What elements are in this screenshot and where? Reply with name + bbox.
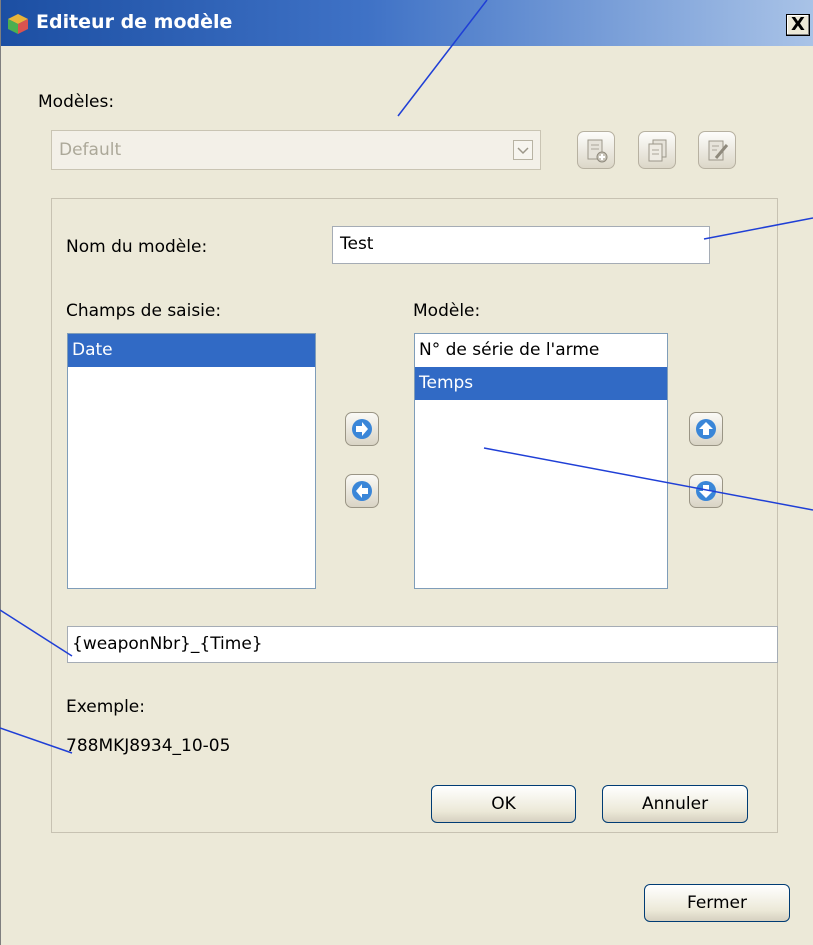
close-window-button[interactable]: X	[786, 14, 810, 36]
model-fields-list[interactable]: N° de série de l'arme Temps	[414, 333, 668, 589]
move-up-button[interactable]	[689, 412, 723, 446]
input-fields-label: Champs de saisie:	[66, 301, 222, 321]
chevron-down-icon[interactable]	[513, 140, 533, 160]
copy-model-icon	[648, 139, 667, 162]
example-label: Exemple:	[66, 697, 145, 717]
model-name-value: Test	[340, 234, 374, 254]
move-down-button[interactable]	[689, 474, 723, 508]
new-model-icon	[587, 139, 608, 163]
arrow-up-icon	[696, 419, 716, 439]
new-model-button[interactable]	[577, 131, 615, 169]
list-item[interactable]: Temps	[415, 367, 667, 400]
models-label: Modèles:	[38, 92, 115, 112]
arrow-right-icon	[352, 419, 372, 439]
models-dropdown[interactable]: Default	[51, 130, 541, 170]
edit-model-icon	[708, 140, 729, 161]
model-name-label: Nom du modèle:	[66, 237, 208, 257]
pattern-input[interactable]: {weaponNbr}_{Time}	[67, 626, 778, 663]
list-item[interactable]: N° de série de l'arme	[415, 334, 667, 367]
add-field-button[interactable]	[345, 412, 379, 446]
edit-model-button[interactable]	[698, 131, 736, 169]
title-bar: Editeur de modèle X	[1, 0, 813, 46]
template-editor-window: Editeur de modèle X Modèles: Default Nom…	[0, 0, 813, 945]
ok-button[interactable]: OK	[431, 785, 576, 823]
input-fields-list[interactable]: Date	[67, 333, 316, 589]
window-title: Editeur de modèle	[36, 11, 233, 33]
app-icon	[8, 14, 28, 34]
model-fields-label: Modèle:	[413, 301, 481, 321]
arrow-down-icon	[696, 481, 716, 501]
models-selected-value: Default	[59, 140, 122, 160]
example-value: 788MKJ8934_10-05	[66, 736, 231, 756]
pattern-value: {weaponNbr}_{Time}	[72, 634, 263, 654]
arrow-left-icon	[352, 481, 372, 501]
close-button[interactable]: Fermer	[644, 884, 790, 922]
remove-field-button[interactable]	[345, 474, 379, 508]
cancel-button[interactable]: Annuler	[602, 785, 748, 823]
list-item[interactable]: Date	[68, 334, 315, 367]
model-name-input[interactable]: Test	[332, 226, 710, 264]
copy-model-button[interactable]	[638, 131, 676, 169]
